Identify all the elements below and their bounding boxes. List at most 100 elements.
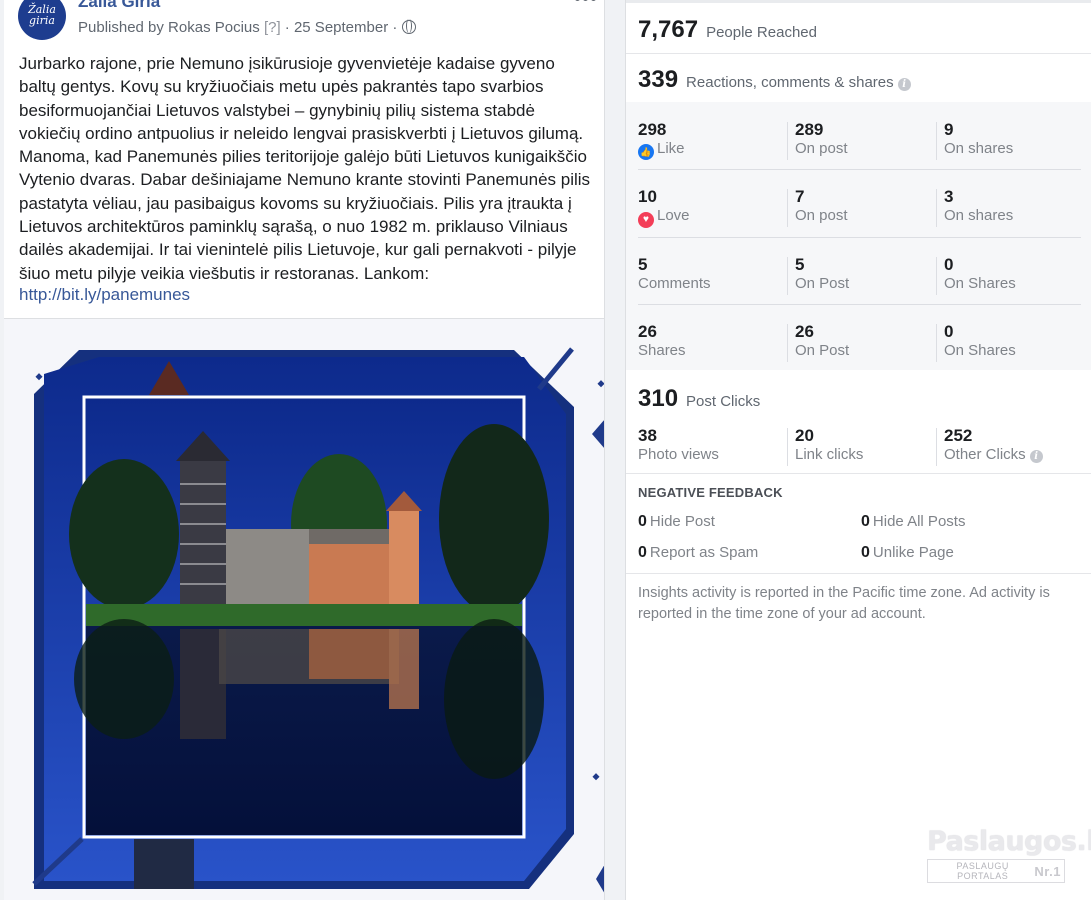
row-divider <box>638 304 1081 305</box>
other-clicks-count: 252 <box>944 426 973 445</box>
post-card: Žalia giria Žalia Giria Published by Rok… <box>4 0 605 900</box>
likes-on-shares-label: On shares <box>944 140 1014 157</box>
engagement-summary: 339 Reactions, comments & shares i <box>638 66 911 94</box>
likes-on-post-count: 289 <box>795 120 824 139</box>
unlike-label: Unlike Page <box>872 544 954 561</box>
heart-icon: ♥ <box>638 212 654 228</box>
likes-on-shares: 9 On shares <box>944 121 1013 158</box>
engagement-count: 339 <box>638 66 679 93</box>
love-label: ♥ Love <box>638 206 690 228</box>
post-date[interactable]: · 25 September · <box>285 19 398 36</box>
column-divider <box>936 428 937 466</box>
other-clicks-text: Other Clicks <box>944 446 1026 463</box>
likes-on-post-label: On post <box>795 140 848 157</box>
love-on-post-count: 7 <box>795 187 805 206</box>
engagement-label: Reactions, comments & shares i <box>686 74 911 91</box>
engagement-label-text: Reactions, comments & shares <box>686 74 894 91</box>
column-divider <box>787 428 788 466</box>
info-icon[interactable]: i <box>1029 450 1043 463</box>
page-name-link[interactable]: Žalia Giria <box>78 0 160 12</box>
likes-label: 👍 Like <box>638 139 685 160</box>
shares-on-shares: 0 On Shares <box>944 323 1016 360</box>
hide-post-label: Hide Post <box>649 513 715 530</box>
divider <box>626 573 1091 574</box>
likes-total: 298 👍 Like <box>638 121 685 160</box>
shares-on-shares-label: On Shares <box>944 342 1016 359</box>
comments-count: 5 <box>638 255 648 274</box>
comments-total: 5 Comments <box>638 256 711 293</box>
comments-on-shares-count: 0 <box>944 255 954 274</box>
column-divider <box>787 189 788 227</box>
comments-label: Comments <box>638 275 711 292</box>
likes-count: 298 <box>638 120 667 139</box>
shares-on-post-label: On Post <box>795 342 850 359</box>
help-link[interactable]: [?] <box>264 19 281 36</box>
row-divider <box>638 169 1081 170</box>
love-total: 10 ♥ Love <box>638 188 690 228</box>
watermark-badge: Nr.1 <box>1034 863 1061 879</box>
castle-photo-illustration <box>32 347 604 893</box>
globe-icon[interactable] <box>401 19 416 34</box>
column-divider <box>787 324 788 362</box>
other-clicks: 252 Other Clicks i <box>944 427 1043 464</box>
post-link[interactable]: http://bit.ly/panemunes <box>19 285 190 305</box>
post-byline: Published by Rokas Pocius [?] · 25 Septe… <box>78 19 416 36</box>
reached-count: 7,767 <box>638 16 699 43</box>
love-on-shares-label: On shares <box>944 207 1014 224</box>
likes-on-shares-count: 9 <box>944 120 954 139</box>
link-clicks-count: 20 <box>795 426 814 445</box>
divider <box>626 473 1091 474</box>
paslaugos-watermark: Paslaugos.lt PASLAUGŲ PORTALAS Nr.1 <box>927 826 1091 883</box>
panel-top-border <box>626 0 1091 3</box>
column-divider <box>936 189 937 227</box>
shares-on-post: 26 On Post <box>795 323 849 360</box>
comments-on-post-count: 5 <box>795 255 805 274</box>
hide-all-label: Hide All Posts <box>872 513 966 530</box>
spam-count: 0 <box>638 544 647 561</box>
unlike-count: 0 <box>861 544 870 561</box>
love-on-shares: 3 On shares <box>944 188 1013 225</box>
post-clicks: 310 Post Clicks <box>638 385 760 413</box>
love-on-post: 7 On post <box>795 188 848 225</box>
published-by: Published by Rokas Pocius <box>78 19 260 36</box>
divider <box>626 53 1091 54</box>
hide-post-count: 0 <box>638 513 647 530</box>
reached-label: People Reached <box>706 24 817 41</box>
post-text: Jurbarko rajone, prie Nemuno įsikūrusioj… <box>19 54 591 283</box>
column-divider <box>936 257 937 295</box>
love-count: 10 <box>638 187 657 206</box>
info-icon[interactable]: i <box>897 78 911 91</box>
reactions-breakdown <box>626 102 1091 370</box>
comments-on-post: 5 On Post <box>795 256 849 293</box>
hide-all-count: 0 <box>861 513 870 530</box>
shares-total: 26 Shares <box>638 323 686 360</box>
hide-post-stat: 0 Hide Post <box>638 513 715 531</box>
watermark-subline: PASLAUGŲ PORTALAS Nr.1 <box>927 859 1065 883</box>
comments-on-post-label: On Post <box>795 275 850 292</box>
shares-count: 26 <box>638 322 657 341</box>
like-text: Like <box>657 140 685 157</box>
timezone-footnote: Insights activity is reported in the Pac… <box>638 585 1050 622</box>
people-reached: 7,767 People Reached <box>638 16 817 44</box>
photo-views: 38 Photo views <box>638 427 719 464</box>
post-clicks-label: Post Clicks <box>686 393 761 410</box>
post-photo[interactable] <box>4 319 604 900</box>
column-divider <box>936 324 937 362</box>
thumbs-up-icon: 👍 <box>638 144 654 160</box>
post-clicks-count: 310 <box>638 385 679 412</box>
screen: Žalia giria Žalia Giria Published by Rok… <box>0 0 1091 900</box>
insights-panel: 7,767 People Reached 339 Reactions, comm… <box>625 0 1091 900</box>
more-dots-icon[interactable]: ••• <box>574 0 598 9</box>
other-clicks-label: Other Clicks i <box>944 445 1043 464</box>
shares-on-shares-count: 0 <box>944 322 954 341</box>
comments-on-shares: 0 On Shares <box>944 256 1016 293</box>
column-divider <box>787 257 788 295</box>
link-clicks: 20 Link clicks <box>795 427 863 464</box>
watermark-sub-text: PASLAUGŲ PORTALAS <box>956 861 1009 881</box>
spam-label: Report as Spam <box>649 544 759 561</box>
negative-feedback-title: NEGATIVE FEEDBACK <box>638 485 783 500</box>
love-on-post-label: On post <box>795 207 848 224</box>
page-avatar[interactable]: Žalia giria <box>18 0 66 40</box>
row-divider <box>638 237 1081 238</box>
column-divider <box>787 122 788 160</box>
